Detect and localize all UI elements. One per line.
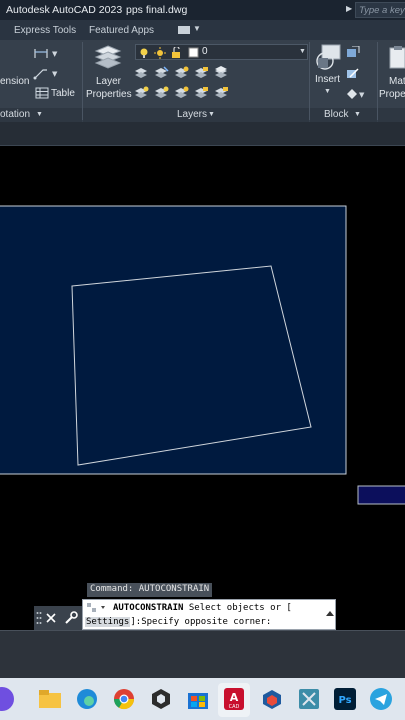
model-space-canvas[interactable] — [0, 147, 405, 630]
dimension-label[interactable]: ension — [0, 76, 29, 87]
status-bar — [0, 630, 405, 678]
ribbon-tabs: Express Tools Featured Apps ▼ — [0, 20, 405, 40]
chevron-down-icon[interactable]: ▼ — [324, 88, 331, 95]
layer-tools-row-2 — [135, 86, 228, 98]
layer-tool-icon — [135, 86, 149, 98]
microsoft-store-icon[interactable] — [186, 687, 210, 711]
prompt-text-2: ]:Specify opposite corner: — [130, 617, 272, 627]
layer-tool-icon — [175, 66, 189, 78]
history-up-arrow-icon[interactable] — [326, 610, 334, 618]
tab-express-tools[interactable]: Express Tools — [14, 25, 76, 36]
block-attributes-icon[interactable]: ▼ — [346, 88, 366, 100]
title-bar: Autodesk AutoCAD 2023 pps final.dwg ▶ Ty… — [0, 0, 405, 20]
layout-paper-area — [0, 205, 347, 475]
sketchup-icon[interactable] — [260, 687, 284, 711]
grip-handle-icon[interactable] — [36, 611, 42, 625]
chevron-down-icon: ▼ — [354, 111, 361, 118]
svg-text:▼: ▼ — [52, 70, 58, 78]
file-name: pps final.dwg — [126, 4, 188, 16]
annotation-panel-footer[interactable]: otation ▼ — [0, 108, 82, 122]
insert-block-icon[interactable] — [314, 44, 344, 72]
svg-text:Ps: Ps — [338, 695, 351, 706]
command-name: AUTOCONSTRAIN — [113, 603, 184, 613]
chevron-down-icon[interactable]: ▼ — [193, 24, 201, 33]
settings-option[interactable]: Settings — [85, 617, 131, 627]
svg-text:▼: ▼ — [359, 91, 365, 99]
layer-tool-icon — [175, 86, 189, 98]
chrome-browser-icon[interactable] — [112, 687, 136, 711]
discord-icon[interactable] — [0, 687, 14, 711]
command-input[interactable]: AUTOCONSTRAIN Select objects or [ Settin… — [82, 599, 336, 630]
layer-tool-icon — [195, 87, 208, 98]
app-title: Autodesk AutoCAD 2023 — [6, 4, 123, 16]
file-explorer-icon[interactable] — [38, 687, 62, 711]
search-input[interactable]: Type a keyword — [355, 2, 405, 18]
match-properties-label-2[interactable]: Prope — [379, 89, 405, 100]
panel-toggle-icon[interactable] — [178, 26, 190, 34]
play-arrow-icon[interactable]: ▶ — [346, 4, 352, 13]
edit-block-icon[interactable] — [346, 67, 360, 79]
layer-tool-icon — [135, 68, 147, 78]
command-history: Command: AUTOCONSTRAIN — [87, 583, 213, 597]
match-properties-label-1[interactable]: Mat — [389, 76, 405, 87]
layer-dropdown[interactable]: 0 ▼ — [135, 44, 308, 60]
revit-icon[interactable] — [297, 687, 321, 711]
customize-wrench-icon[interactable] — [64, 611, 78, 625]
layer-properties-label-1[interactable]: Layer — [96, 76, 121, 87]
telegram-icon[interactable] — [369, 687, 393, 711]
layer-tools-row-1 — [135, 66, 227, 78]
command-prompt-line-1: AUTOCONSTRAIN Select objects or [ — [113, 603, 292, 613]
autocad-taskbar-icon[interactable]: A CAD — [222, 687, 246, 711]
layers-panel-footer[interactable]: Layers ▼ — [83, 108, 309, 122]
edge-browser-icon[interactable] — [75, 687, 99, 711]
layer-properties-label-2[interactable]: Properties — [86, 89, 132, 100]
selection-window — [357, 485, 405, 505]
command-line-toolbar — [34, 606, 82, 630]
leader-icon[interactable]: ▼ — [33, 66, 61, 80]
layer-tool-icon — [195, 67, 208, 78]
ribbon: ▼ ▼ ension Table otation ▼ Layer Propert… — [0, 40, 405, 122]
svg-text:A: A — [230, 691, 239, 704]
linear-dimension-icon[interactable]: ▼ — [33, 46, 61, 60]
table-icon[interactable] — [35, 87, 49, 99]
current-layer-name: 0 — [202, 46, 208, 57]
unity-icon[interactable] — [149, 687, 173, 711]
layer-properties-icon[interactable] — [94, 44, 122, 70]
layer-tool-icon — [215, 87, 228, 98]
chevron-down-icon: ▼ — [208, 111, 215, 118]
chevron-down-icon: ▼ — [36, 111, 43, 118]
create-block-icon[interactable] — [346, 46, 360, 58]
windows-taskbar: A CAD Ps — [0, 678, 405, 720]
command-prompt-line-2: Settings]:Specify opposite corner: — [85, 617, 271, 627]
block-panel-footer[interactable]: Block ▼ — [310, 108, 377, 122]
chevron-down-icon: ▼ — [299, 48, 306, 55]
match-panel-footer — [378, 108, 405, 122]
match-properties-icon[interactable] — [388, 44, 405, 72]
layer-tool-icon — [155, 86, 169, 98]
close-icon[interactable] — [46, 613, 56, 623]
insert-label[interactable]: Insert — [315, 74, 340, 85]
layer-state-icons — [140, 47, 199, 59]
prompt-text-1: Select objects or [ — [183, 603, 292, 613]
svg-text:▼: ▼ — [52, 50, 58, 58]
table-label[interactable]: Table — [51, 88, 75, 99]
file-tabs-strip — [0, 122, 405, 146]
svg-text:CAD: CAD — [229, 704, 240, 710]
autocad-window: Autodesk AutoCAD 2023 pps final.dwg ▶ Ty… — [0, 0, 405, 720]
photoshop-icon[interactable]: Ps — [333, 687, 357, 711]
tab-featured-apps[interactable]: Featured Apps — [89, 25, 154, 36]
command-prompt-icon[interactable] — [86, 602, 110, 614]
layer-tool-icon — [215, 66, 227, 78]
layer-tool-icon — [155, 66, 169, 78]
drawing-viewport[interactable] — [0, 147, 405, 630]
